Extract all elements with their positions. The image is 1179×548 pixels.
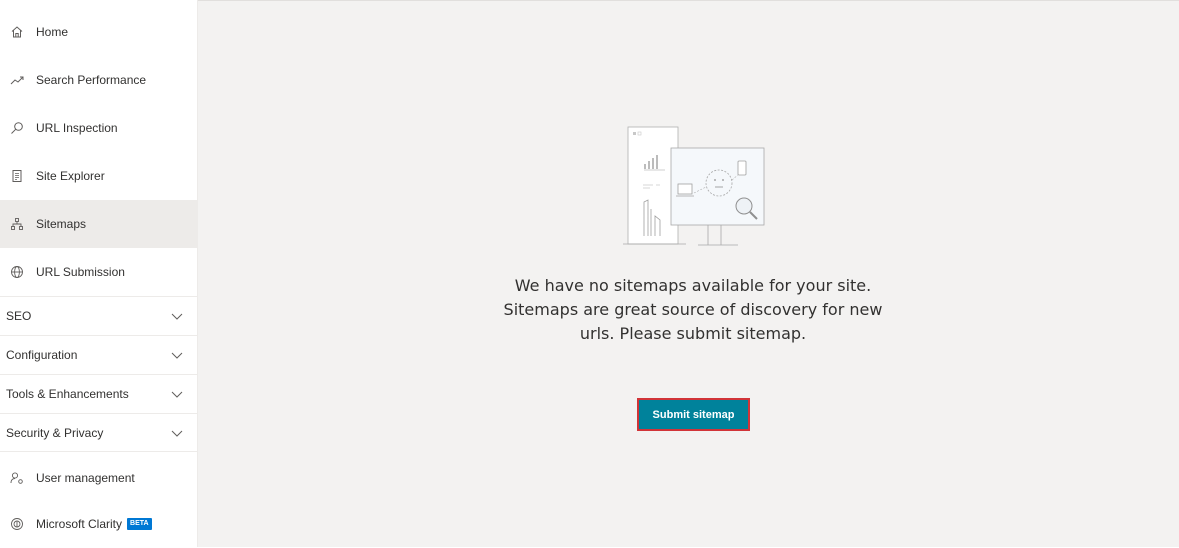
sidebar-item-site-explorer[interactable]: Site Explorer [0, 152, 197, 200]
nav-group-seo[interactable]: SEO [0, 296, 197, 335]
search-icon [10, 121, 24, 135]
nav-group-label: Configuration [6, 348, 78, 362]
sidebar-item-microsoft-clarity[interactable]: Microsoft Clarity BETA [0, 500, 197, 548]
nav-group-tools-enhancements[interactable]: Tools & Enhancements [0, 374, 197, 413]
sidebar-item-user-management[interactable]: User management [0, 454, 197, 502]
home-icon [10, 25, 24, 39]
sidebar-item-label: User management [36, 471, 135, 485]
beta-badge: BETA [127, 518, 152, 530]
sidebar-item-sitemaps[interactable]: Sitemaps [0, 200, 197, 248]
empty-state-message: We have no sitemaps available for your s… [503, 276, 883, 343]
globe-icon [10, 265, 24, 279]
nav-group-label: Tools & Enhancements [6, 387, 129, 401]
nav-group-label: SEO [6, 309, 32, 323]
sidebar-item-label: Microsoft Clarity [36, 517, 123, 531]
document-icon [10, 169, 24, 183]
chevron-down-icon [171, 313, 183, 320]
nav-group-security-privacy[interactable]: Security & Privacy [0, 413, 197, 452]
empty-state-illustration [623, 126, 765, 246]
nav-group-configuration[interactable]: Configuration [0, 335, 197, 374]
sidebar-item-label: URL Submission [36, 265, 125, 279]
chevron-down-icon [171, 391, 183, 398]
trend-icon [10, 73, 24, 87]
clarity-icon [10, 517, 24, 531]
sidebar: Home Search Performance URL Inspection S… [0, 0, 198, 547]
main-content: We have no sitemaps available for your s… [198, 0, 1179, 547]
chevron-down-icon [171, 352, 183, 359]
nav-group-label: Security & Privacy [6, 425, 104, 440]
sidebar-item-label: Site Explorer [36, 169, 105, 183]
sitemap-icon [10, 217, 24, 231]
sidebar-item-url-inspection[interactable]: URL Inspection [0, 104, 197, 152]
sidebar-item-home[interactable]: Home [0, 8, 197, 56]
submit-sitemap-button[interactable]: Submit sitemap [637, 398, 750, 431]
chevron-down-icon [171, 430, 183, 437]
sidebar-item-search-performance[interactable]: Search Performance [0, 56, 197, 104]
users-icon [10, 471, 24, 485]
sidebar-item-label: Search Performance [36, 73, 147, 87]
sidebar-item-label: URL Inspection [36, 121, 118, 135]
sidebar-item-label: Sitemaps [36, 217, 87, 231]
sidebar-item-url-submission[interactable]: URL Submission [0, 248, 197, 296]
sidebar-item-label: Home [36, 25, 69, 39]
